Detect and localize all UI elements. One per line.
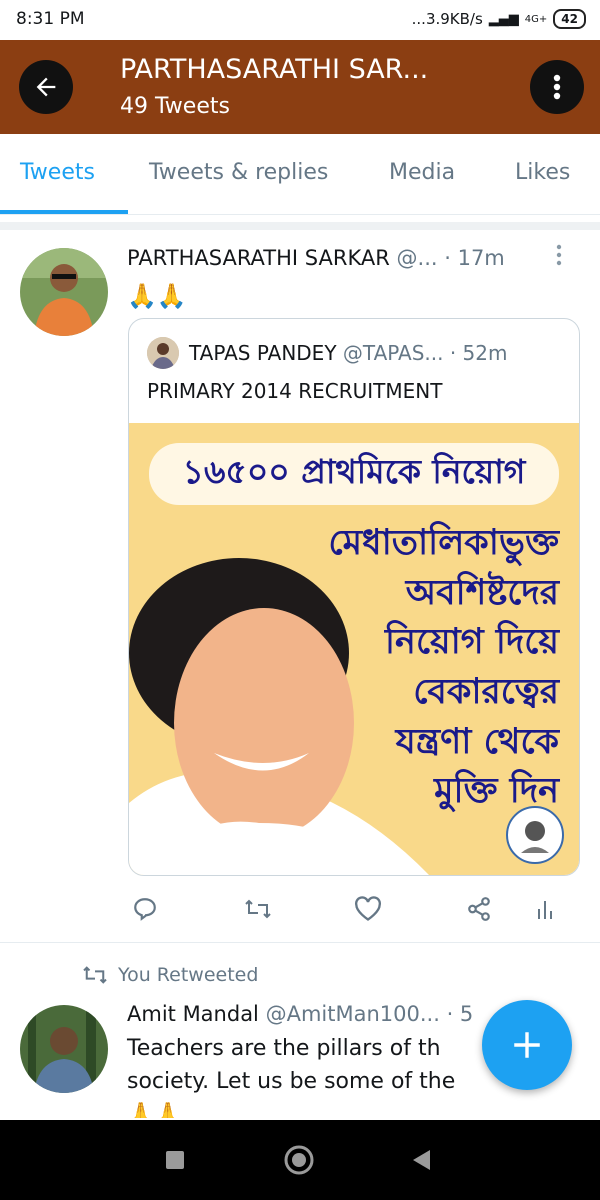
quoted-author-line: TAPAS PANDEY @TAPAS... · 52m	[189, 341, 508, 365]
logo-seal-icon	[506, 806, 564, 864]
retweet-icon	[83, 966, 107, 984]
image-line: নিয়োগ দিয়ে	[385, 622, 559, 663]
compose-tweet-button[interactable]	[482, 1000, 572, 1090]
status-time: 8:31 PM	[16, 9, 85, 29]
analytics-button[interactable]	[536, 896, 554, 926]
recents-button[interactable]	[165, 1150, 185, 1174]
network-speed: ...3.9KB/s	[411, 10, 483, 28]
avatar[interactable]	[20, 1005, 108, 1093]
tweet-text: Teachers are the pillars of th society. …	[127, 1032, 527, 1118]
tab-media[interactable]: Media	[389, 160, 455, 185]
profile-name-title: PARTHASARATHI SAR...	[120, 54, 429, 85]
tweet-time: · 17m	[444, 246, 505, 270]
tweet-menu-button[interactable]	[556, 244, 562, 272]
plus-icon	[514, 1032, 540, 1058]
tweet-divider	[0, 942, 600, 943]
share-icon	[468, 897, 490, 921]
quoted-tweet[interactable]: TAPAS PANDEY @TAPAS... · 52m PRIMARY 201…	[128, 318, 580, 876]
profile-photo-icon	[20, 248, 108, 336]
analytics-icon	[538, 901, 552, 919]
reply-icon	[134, 898, 156, 921]
quoted-text: PRIMARY 2014 RECRUITMENT	[147, 379, 443, 403]
image-line: মেধাতালিকাভুক্ত	[328, 523, 559, 563]
retweet-icon	[245, 899, 271, 919]
tweet-handle: @...	[396, 246, 438, 270]
profile-photo-icon	[20, 1005, 108, 1093]
home-circle-icon	[284, 1145, 314, 1175]
arrow-left-icon	[36, 77, 56, 97]
tweet-emoji: 🙏🙏	[127, 1102, 182, 1118]
active-tab-indicator	[0, 210, 128, 214]
retweet-context: You Retweeted	[82, 964, 258, 986]
tweet-author[interactable]: PARTHASARATHI SARKAR	[127, 246, 390, 270]
signal-icon: ▂▄▆	[488, 11, 519, 27]
tweet-text-line: society. Let us be some of the	[127, 1069, 456, 1094]
quoted-handle: @TAPAS...	[342, 341, 444, 365]
profile-photo-icon	[147, 337, 179, 369]
more-vertical-icon	[556, 244, 562, 266]
back-button[interactable]	[19, 60, 73, 114]
tweet-count: 49 Tweets	[120, 94, 230, 119]
image-line: যন্ত্রণা থেকে	[395, 721, 559, 762]
tweet-author-line: PARTHASARATHI SARKAR @... · 17m	[127, 246, 505, 270]
image-body-text: মেধাতালিকাভুক্ত অবশিষ্টদের নিয়োগ দিয়ে …	[299, 519, 559, 817]
home-button[interactable]	[283, 1144, 315, 1180]
profile-header: PARTHASARATHI SAR... 49 Tweets	[0, 40, 600, 134]
quoted-author: TAPAS PANDEY	[189, 341, 337, 365]
status-icons: ...3.9KB/s ▂▄▆ 4G+ 42	[412, 9, 586, 29]
image-headline: ১৬৫০০ প্রাথমিকে নিয়োগ	[149, 443, 559, 505]
tweet-image[interactable]: ১৬৫০০ প্রাথমিকে নিয়োগ মেধাতালিকাভুক্ত অ…	[129, 423, 579, 875]
tweet-author[interactable]: Amit Mandal	[127, 1002, 259, 1026]
retweet-label: You Retweeted	[118, 964, 259, 986]
heart-icon	[355, 896, 381, 921]
image-line: অবশিষ্টদের	[405, 572, 559, 613]
tweet-author-line: Amit Mandal @AmitMan100... · 5	[127, 1002, 473, 1026]
tab-likes[interactable]: Likes	[515, 160, 570, 185]
tweet-text-line: Teachers are the pillars of th	[127, 1036, 441, 1061]
avatar[interactable]	[20, 248, 108, 336]
more-vertical-icon	[553, 74, 561, 100]
tab-tweets[interactable]: Tweets	[20, 160, 95, 185]
tweet-handle: @AmitMan100...	[265, 1002, 440, 1026]
tweet-text: 🙏🙏	[127, 282, 187, 310]
square-icon	[166, 1151, 184, 1169]
status-bar: 8:31 PM ...3.9KB/s ▂▄▆ 4G+ 42	[0, 0, 600, 40]
quoted-avatar	[147, 337, 179, 369]
back-nav-button[interactable]	[410, 1148, 432, 1176]
quoted-time: · 52m	[449, 341, 508, 365]
reply-button[interactable]	[132, 896, 158, 926]
triangle-back-icon	[413, 1150, 430, 1170]
network-type: 4G+	[524, 13, 548, 25]
like-button[interactable]	[354, 896, 382, 926]
battery-icon: 42	[553, 9, 586, 29]
tab-tweets-replies[interactable]: Tweets & replies	[149, 160, 328, 185]
section-separator	[0, 222, 600, 230]
share-button[interactable]	[466, 896, 492, 926]
profile-tabs: Tweets Tweets & replies Media Likes	[0, 134, 600, 215]
tweet-time: · 5	[446, 1002, 474, 1026]
tweet-actions	[0, 886, 600, 936]
retweet-button[interactable]	[244, 896, 272, 926]
image-line: বেকারত্বের	[413, 672, 559, 713]
system-nav-bar	[0, 1120, 600, 1200]
more-options-button[interactable]	[530, 60, 584, 114]
